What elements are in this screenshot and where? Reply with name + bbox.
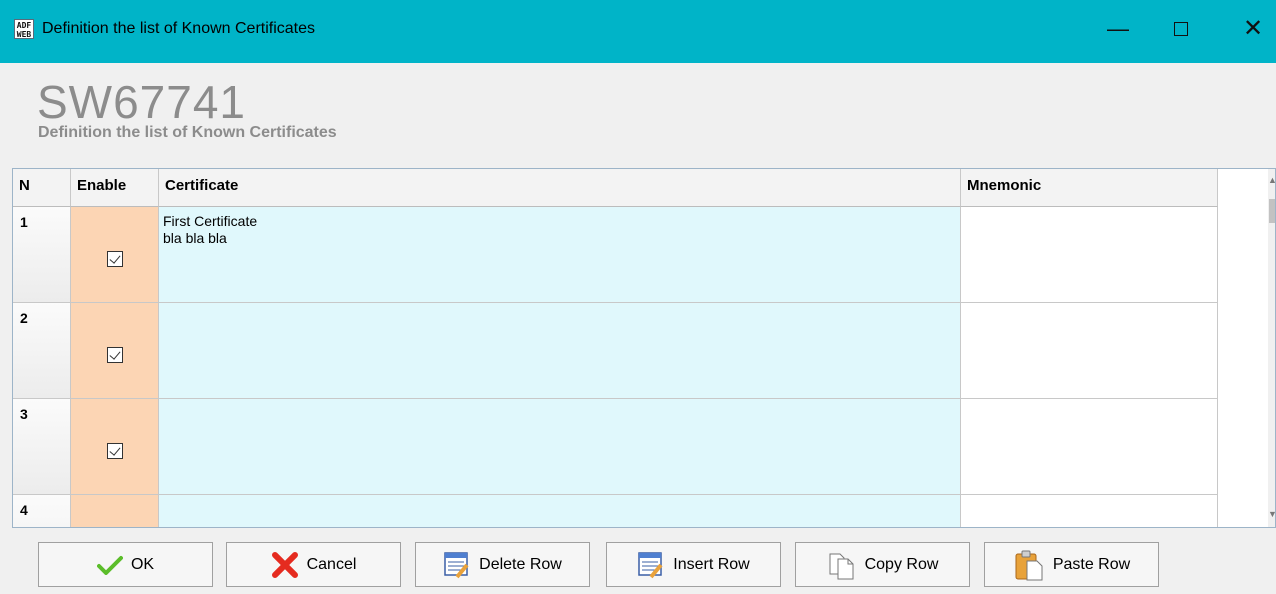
copy-icon: [829, 553, 854, 579]
row-number[interactable]: 1: [13, 207, 71, 303]
paste-icon: [1015, 550, 1043, 580]
maximize-icon: [1174, 22, 1188, 36]
enable-checkbox[interactable]: [107, 443, 123, 459]
scroll-thumb[interactable]: [1269, 199, 1275, 223]
window-titlebar[interactable]: ADF WEB Definition the list of Known Cer…: [0, 0, 1276, 63]
red-x-icon: [271, 551, 298, 578]
enable-cell[interactable]: [71, 303, 159, 399]
app-logo-icon: ADF WEB: [14, 19, 34, 39]
row-number[interactable]: 4: [13, 495, 71, 527]
checkmark-icon: [96, 555, 123, 575]
table-row[interactable]: 2: [13, 303, 1218, 399]
column-header-certificate[interactable]: Certificate: [159, 169, 961, 207]
ok-button[interactable]: OK: [38, 542, 213, 587]
enable-checkbox[interactable]: [107, 251, 123, 267]
enable-cell[interactable]: [71, 399, 159, 495]
certificates-grid[interactable]: N Enable Certificate Mnemonic 1 First Ce…: [12, 168, 1276, 528]
column-header-mnemonic[interactable]: Mnemonic: [961, 169, 1218, 207]
cancel-label: Cancel: [306, 555, 357, 573]
delete-row-label: Delete Row: [479, 555, 562, 573]
paste-row-label: Paste Row: [1052, 555, 1131, 573]
scroll-up-icon[interactable]: ▲: [1268, 175, 1275, 185]
delete-row-button[interactable]: Delete Row: [415, 542, 590, 587]
close-button[interactable]: ✕: [1238, 14, 1268, 44]
copy-row-button[interactable]: Copy Row: [795, 542, 970, 587]
ok-label: OK: [130, 555, 155, 573]
row-number[interactable]: 2: [13, 303, 71, 399]
table-row[interactable]: 1 First Certificate bla bla bla: [13, 207, 1218, 303]
table-row[interactable]: 4: [13, 495, 1218, 527]
delete-row-icon: [444, 551, 469, 578]
mnemonic-cell[interactable]: [961, 399, 1218, 495]
row-number[interactable]: 3: [13, 399, 71, 495]
copy-row-label: Copy Row: [864, 555, 939, 573]
mnemonic-cell[interactable]: [961, 495, 1218, 527]
column-header-n[interactable]: N: [13, 169, 71, 207]
mnemonic-cell[interactable]: [961, 303, 1218, 399]
page-subtitle: Definition the list of Known Certificate…: [38, 124, 337, 141]
enable-checkbox[interactable]: [107, 347, 123, 363]
minimize-button[interactable]: —: [1103, 14, 1133, 44]
certificate-cell[interactable]: [159, 495, 961, 527]
certificate-cell[interactable]: [159, 399, 961, 495]
insert-row-label: Insert Row: [673, 555, 750, 573]
vertical-scrollbar[interactable]: ▲ ▼: [1268, 169, 1275, 527]
enable-cell[interactable]: [71, 495, 159, 527]
column-header-enable[interactable]: Enable: [71, 169, 159, 207]
scroll-down-icon[interactable]: ▼: [1268, 509, 1275, 519]
button-bar: OK Cancel Delete Row Insert Row Copy Row…: [0, 538, 1276, 594]
maximize-button[interactable]: [1166, 14, 1196, 44]
insert-row-icon: [638, 551, 663, 578]
cancel-button[interactable]: Cancel: [226, 542, 401, 587]
page-title: SW67741: [37, 76, 247, 128]
certificate-cell[interactable]: [159, 303, 961, 399]
table-row[interactable]: 3: [13, 399, 1218, 495]
certificate-cell[interactable]: First Certificate bla bla bla: [159, 207, 961, 303]
paste-row-button[interactable]: Paste Row: [984, 542, 1159, 587]
enable-cell[interactable]: [71, 207, 159, 303]
window-title: Definition the list of Known Certificate…: [42, 20, 316, 37]
mnemonic-cell[interactable]: [961, 207, 1218, 303]
insert-row-button[interactable]: Insert Row: [606, 542, 781, 587]
dialog-content: SW67741 Definition the list of Known Cer…: [0, 63, 1276, 594]
